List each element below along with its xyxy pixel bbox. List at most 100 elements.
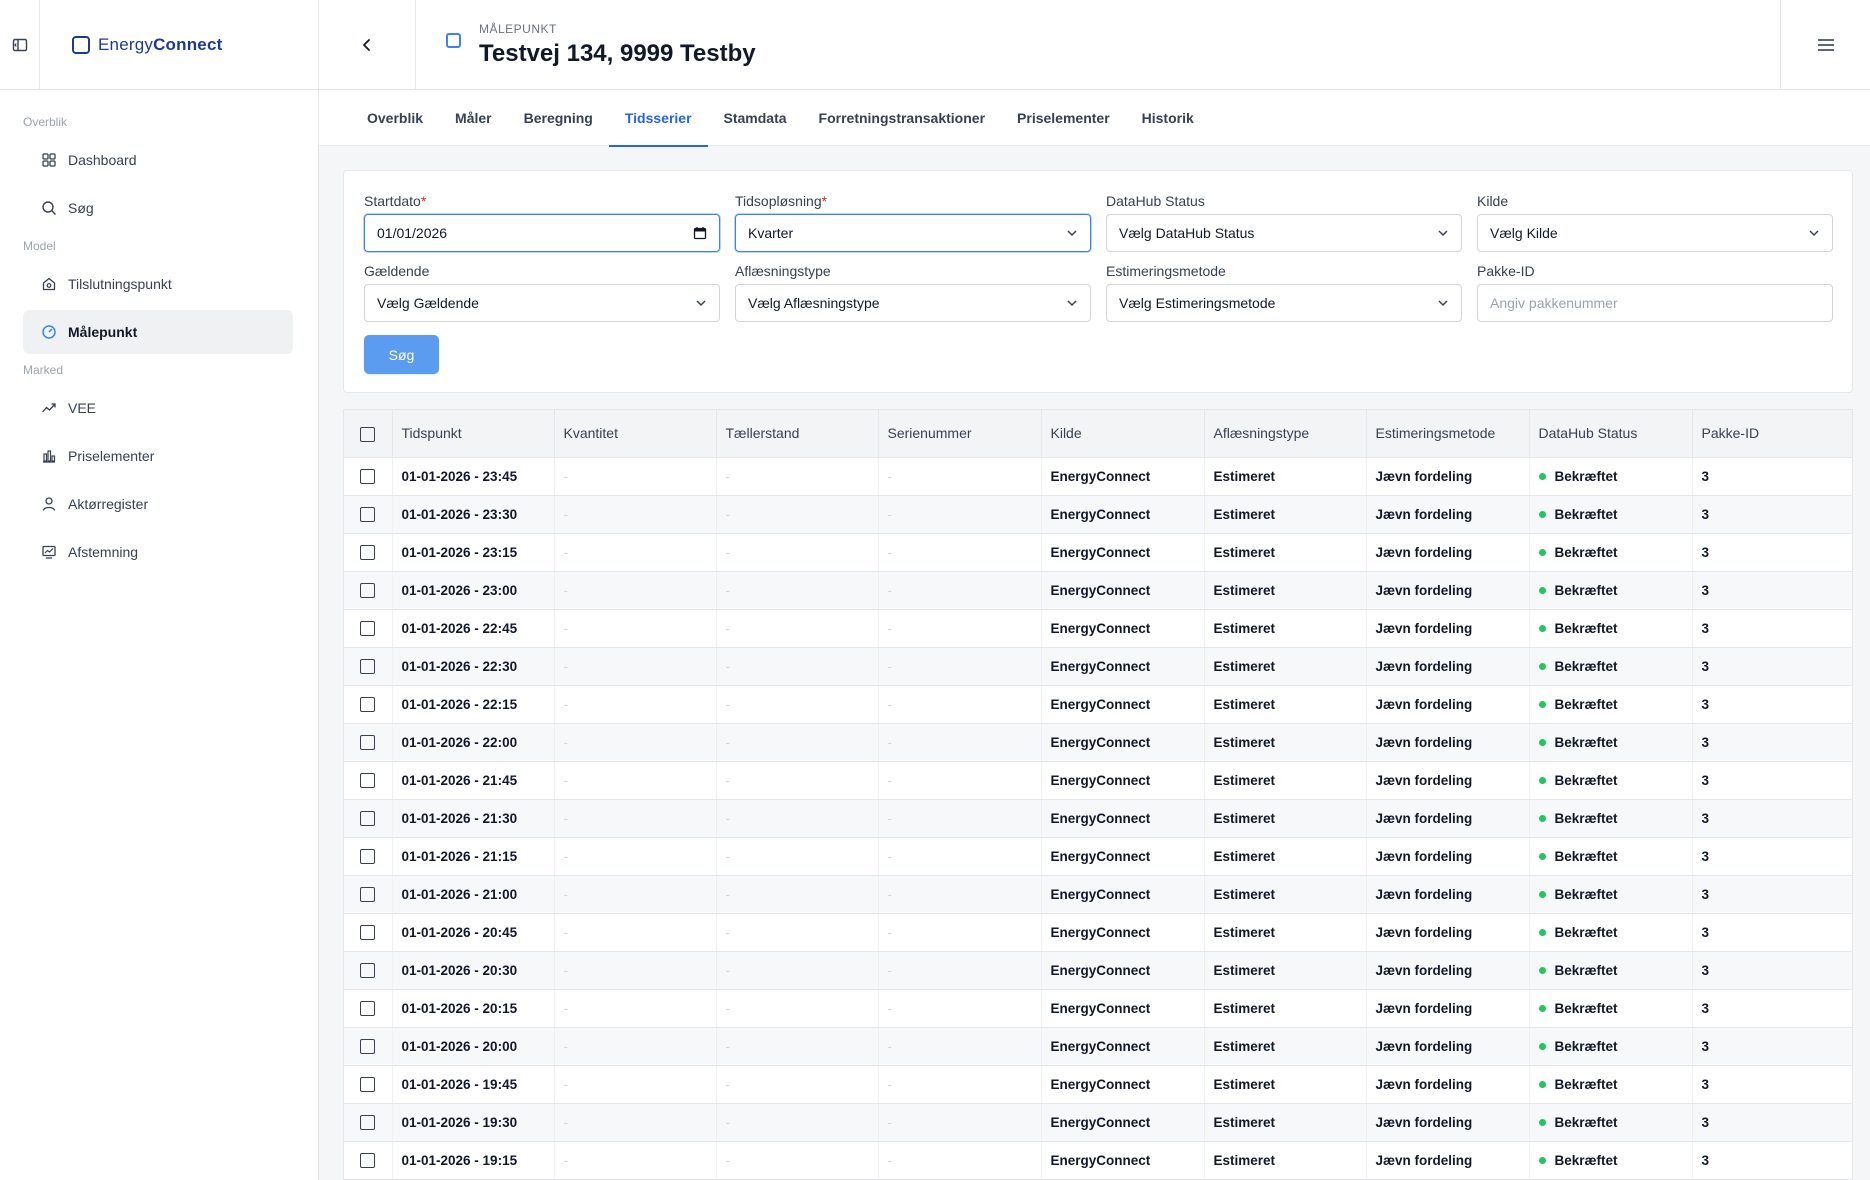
table-row[interactable]: 01-01-2026 - 22:15- - - EnergyConnect Estime… xyxy=(344,685,1852,724)
row-checkbox[interactable] xyxy=(360,772,376,788)
row-checkbox[interactable] xyxy=(360,962,376,978)
kilde-select[interactable]: Vælg Kilde xyxy=(1477,214,1833,252)
pakke-id-input[interactable]: Angiv pakkenummer xyxy=(1477,284,1833,322)
column-header-estimeringsmetode[interactable]: Estimeringsmetode xyxy=(1366,410,1530,458)
tab-maaler[interactable]: Måler xyxy=(439,90,508,146)
cell-kvantitet: - xyxy=(554,723,717,762)
tab-priselementer[interactable]: Priselementer xyxy=(1001,90,1126,146)
table-row[interactable]: 01-01-2026 - 22:45- - - EnergyConnect Estime… xyxy=(344,609,1852,648)
sidebar-item-label: Priselementer xyxy=(68,448,155,464)
row-checkbox[interactable] xyxy=(360,582,376,598)
table-row[interactable]: 01-01-2026 - 23:30- - - EnergyConnect Estime… xyxy=(344,495,1852,534)
table-row[interactable]: 01-01-2026 - 20:30- - - EnergyConnect Estime… xyxy=(344,951,1852,990)
column-header-pakke-id[interactable]: Pakke-ID xyxy=(1692,410,1852,458)
row-checkbox[interactable] xyxy=(360,1000,376,1016)
row-checkbox[interactable] xyxy=(360,468,376,484)
row-checkbox[interactable] xyxy=(360,620,376,636)
row-checkbox[interactable] xyxy=(360,1076,376,1092)
cell-serienummer: - xyxy=(878,799,1042,838)
table-row[interactable]: 01-01-2026 - 20:15- - - EnergyConnect Estime… xyxy=(344,989,1852,1028)
sidebar-item-tilslutningspunkt[interactable]: Tilslutningspunkt xyxy=(23,262,293,306)
table-row[interactable]: 01-01-2026 - 22:00- - - EnergyConnect Estime… xyxy=(344,723,1852,762)
table-row[interactable]: 01-01-2026 - 23:00- - - EnergyConnect Estime… xyxy=(344,571,1852,610)
back-button[interactable] xyxy=(319,0,416,89)
status-badge: Bekræftet xyxy=(1538,887,1618,902)
table-row[interactable]: 01-01-2026 - 21:15- - - EnergyConnect Estime… xyxy=(344,837,1852,876)
row-checkbox[interactable] xyxy=(360,810,376,826)
row-checkbox[interactable] xyxy=(360,1038,376,1054)
search-button[interactable]: Søg xyxy=(364,335,439,374)
menu-button[interactable] xyxy=(1780,0,1870,89)
cell-tidspunkt: 01-01-2026 - 21:30 xyxy=(392,799,555,838)
column-header-kilde[interactable]: Kilde xyxy=(1041,410,1205,458)
table-row[interactable]: 01-01-2026 - 19:15- - - EnergyConnect Estime… xyxy=(344,1141,1852,1180)
startdato-input[interactable]: 01/01/2026 xyxy=(364,214,720,252)
table-row[interactable]: 01-01-2026 - 22:30- - - EnergyConnect Estime… xyxy=(344,647,1852,686)
tab-overblik[interactable]: Overblik xyxy=(351,90,439,146)
cell-serienummer: - xyxy=(878,647,1042,686)
table-row[interactable]: 01-01-2026 - 23:15- - - EnergyConnect Estime… xyxy=(344,533,1852,572)
row-checkbox[interactable] xyxy=(360,1152,376,1168)
sidebar-item-priselementer[interactable]: Priselementer xyxy=(23,434,293,478)
tab-beregning[interactable]: Beregning xyxy=(508,90,609,146)
table-row[interactable]: 01-01-2026 - 19:45- - - EnergyConnect Estime… xyxy=(344,1065,1852,1104)
table-row[interactable]: 01-01-2026 - 21:00- - - EnergyConnect Estime… xyxy=(344,875,1852,914)
row-checkbox[interactable] xyxy=(360,734,376,750)
column-header-serienummer[interactable]: Serienummer xyxy=(878,410,1042,458)
cell-estimeringsmetode: Jævn fordeling xyxy=(1366,571,1530,610)
tab-forretningstransaktioner[interactable]: Forretningstransaktioner xyxy=(803,90,1001,146)
row-checkbox[interactable] xyxy=(360,658,376,674)
table-row[interactable]: 01-01-2026 - 21:45- - - EnergyConnect Estime… xyxy=(344,761,1852,800)
cell-kilde: EnergyConnect xyxy=(1041,1065,1205,1104)
estimeringsmetode-select[interactable]: Vælg Estimeringsmetode xyxy=(1106,284,1462,322)
status-text: Bekræftet xyxy=(1554,1077,1618,1092)
status-text: Bekræftet xyxy=(1554,1153,1618,1168)
sidebar-item-maalepunkt[interactable]: Målepunkt xyxy=(23,310,293,354)
row-checkbox[interactable] xyxy=(360,696,376,712)
datahub-status-select[interactable]: Vælg DataHub Status xyxy=(1106,214,1462,252)
cell-aflaesningstype: Estimeret xyxy=(1204,685,1367,724)
cell-taellerstand: - xyxy=(716,799,879,838)
cell-datahub-status: Bekræftet xyxy=(1529,1065,1693,1104)
sidebar-item-vee[interactable]: VEE xyxy=(23,386,293,430)
calendar-icon[interactable] xyxy=(693,226,707,240)
row-checkbox[interactable] xyxy=(360,924,376,940)
cell-datahub-status: Bekræftet xyxy=(1529,723,1693,762)
tidsoploesning-select[interactable]: Kvarter xyxy=(735,214,1091,252)
tab-stamdata[interactable]: Stamdata xyxy=(708,90,803,146)
row-checkbox[interactable] xyxy=(360,848,376,864)
aflaesningstype-select[interactable]: Vælg Aflæsningstype xyxy=(735,284,1091,322)
status-text: Bekræftet xyxy=(1554,735,1618,750)
tab-historik[interactable]: Historik xyxy=(1126,90,1210,146)
column-header-aflaesningstype[interactable]: Aflæsningstype xyxy=(1204,410,1367,458)
cell-serienummer: - xyxy=(878,989,1042,1028)
cell-aflaesningstype: Estimeret xyxy=(1204,1065,1367,1104)
table-row[interactable]: 01-01-2026 - 20:00- - - EnergyConnect Estime… xyxy=(344,1027,1852,1066)
row-checkbox[interactable] xyxy=(360,1114,376,1130)
sidebar-item-afstemning[interactable]: Afstemning xyxy=(23,530,293,574)
table-row[interactable]: 01-01-2026 - 19:30- - - EnergyConnect Estime… xyxy=(344,1103,1852,1142)
cell-kilde: EnergyConnect xyxy=(1041,837,1205,876)
cell-tidspunkt: 01-01-2026 - 22:00 xyxy=(392,723,555,762)
table-row[interactable]: 01-01-2026 - 20:45- - - EnergyConnect Estime… xyxy=(344,913,1852,952)
sidebar-item-dashboard[interactable]: Dashboard xyxy=(23,138,293,182)
table-row[interactable]: 01-01-2026 - 21:30- - - EnergyConnect Estime… xyxy=(344,799,1852,838)
select-all-checkbox[interactable] xyxy=(360,426,376,442)
brand-logo-link[interactable]: EnergyConnect xyxy=(40,0,318,89)
column-header-tidspunkt[interactable]: Tidspunkt xyxy=(392,410,555,458)
gaeldende-select[interactable]: Vælg Gældende xyxy=(364,284,720,322)
column-header-taellerstand[interactable]: Tællerstand xyxy=(716,410,879,458)
tab-tidsserier[interactable]: Tidsserier xyxy=(608,90,708,147)
sidebar-item-aktoerregister[interactable]: Aktørregister xyxy=(23,482,293,526)
column-header-kvantitet[interactable]: Kvantitet xyxy=(554,410,717,458)
sidebar-item-soeg[interactable]: Søg xyxy=(23,186,293,230)
sidebar-toggle-button[interactable] xyxy=(0,0,40,90)
table-row[interactable]: 01-01-2026 - 23:45- - - EnergyConnect Estime… xyxy=(344,457,1852,496)
row-checkbox[interactable] xyxy=(360,544,376,560)
cell-kvantitet: - xyxy=(554,609,717,648)
cell-kvantitet: - xyxy=(554,457,717,496)
row-checkbox[interactable] xyxy=(360,886,376,902)
row-checkbox[interactable] xyxy=(360,506,376,522)
brand-name: EnergyConnect xyxy=(98,34,223,54)
column-header-datahub-status[interactable]: DataHub Status xyxy=(1529,410,1693,458)
